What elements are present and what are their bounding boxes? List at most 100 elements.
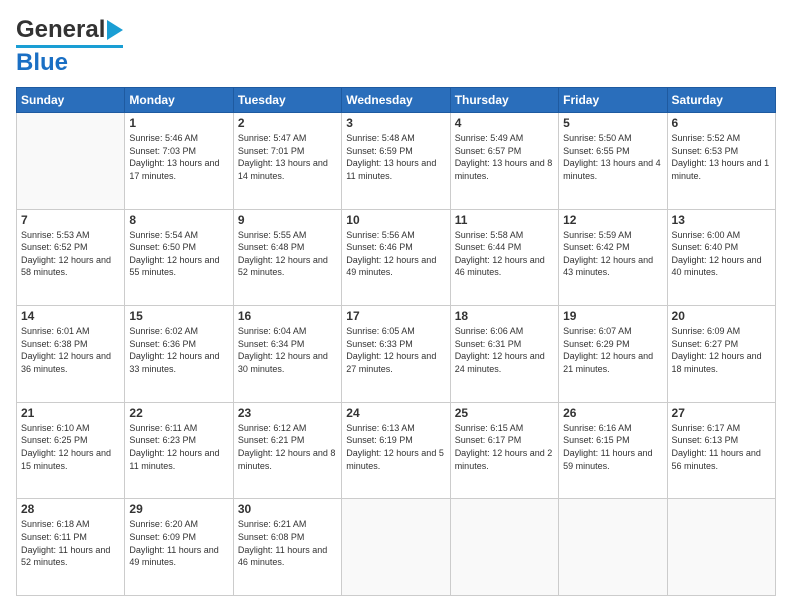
calendar-cell: 13 Sunrise: 6:00 AM Sunset: 6:40 PM Dayl… xyxy=(667,209,775,306)
day-info: Sunrise: 6:00 AM Sunset: 6:40 PM Dayligh… xyxy=(672,229,771,279)
day-info: Sunrise: 6:15 AM Sunset: 6:17 PM Dayligh… xyxy=(455,422,554,472)
day-number: 9 xyxy=(238,213,337,227)
calendar-week-4: 21 Sunrise: 6:10 AM Sunset: 6:25 PM Dayl… xyxy=(17,402,776,499)
calendar-cell: 22 Sunrise: 6:11 AM Sunset: 6:23 PM Dayl… xyxy=(125,402,233,499)
day-info: Sunrise: 5:55 AM Sunset: 6:48 PM Dayligh… xyxy=(238,229,337,279)
header: General Blue xyxy=(16,16,776,77)
day-number: 28 xyxy=(21,502,120,516)
logo-general: General xyxy=(16,16,105,44)
day-number: 20 xyxy=(672,309,771,323)
calendar-cell xyxy=(342,499,450,596)
day-number: 23 xyxy=(238,406,337,420)
calendar-cell: 5 Sunrise: 5:50 AM Sunset: 6:55 PM Dayli… xyxy=(559,113,667,210)
calendar-cell: 25 Sunrise: 6:15 AM Sunset: 6:17 PM Dayl… xyxy=(450,402,558,499)
calendar-dow-thursday: Thursday xyxy=(450,88,558,113)
day-info: Sunrise: 6:18 AM Sunset: 6:11 PM Dayligh… xyxy=(21,518,120,568)
day-info: Sunrise: 6:21 AM Sunset: 6:08 PM Dayligh… xyxy=(238,518,337,568)
day-number: 30 xyxy=(238,502,337,516)
calendar-cell: 3 Sunrise: 5:48 AM Sunset: 6:59 PM Dayli… xyxy=(342,113,450,210)
day-number: 19 xyxy=(563,309,662,323)
day-number: 21 xyxy=(21,406,120,420)
day-number: 8 xyxy=(129,213,228,227)
day-info: Sunrise: 5:59 AM Sunset: 6:42 PM Dayligh… xyxy=(563,229,662,279)
calendar-dow-wednesday: Wednesday xyxy=(342,88,450,113)
day-number: 14 xyxy=(21,309,120,323)
day-number: 25 xyxy=(455,406,554,420)
calendar-cell: 7 Sunrise: 5:53 AM Sunset: 6:52 PM Dayli… xyxy=(17,209,125,306)
calendar-cell: 19 Sunrise: 6:07 AM Sunset: 6:29 PM Dayl… xyxy=(559,306,667,403)
calendar-dow-tuesday: Tuesday xyxy=(233,88,341,113)
calendar-cell: 11 Sunrise: 5:58 AM Sunset: 6:44 PM Dayl… xyxy=(450,209,558,306)
calendar-cell: 15 Sunrise: 6:02 AM Sunset: 6:36 PM Dayl… xyxy=(125,306,233,403)
day-info: Sunrise: 5:48 AM Sunset: 6:59 PM Dayligh… xyxy=(346,132,445,182)
calendar-cell xyxy=(450,499,558,596)
calendar-cell: 24 Sunrise: 6:13 AM Sunset: 6:19 PM Dayl… xyxy=(342,402,450,499)
day-info: Sunrise: 5:47 AM Sunset: 7:01 PM Dayligh… xyxy=(238,132,337,182)
logo-arrow-icon xyxy=(107,20,123,40)
day-info: Sunrise: 6:06 AM Sunset: 6:31 PM Dayligh… xyxy=(455,325,554,375)
day-info: Sunrise: 6:11 AM Sunset: 6:23 PM Dayligh… xyxy=(129,422,228,472)
logo-blue: Blue xyxy=(16,49,68,77)
calendar-cell: 8 Sunrise: 5:54 AM Sunset: 6:50 PM Dayli… xyxy=(125,209,233,306)
day-number: 10 xyxy=(346,213,445,227)
day-number: 17 xyxy=(346,309,445,323)
calendar-cell: 12 Sunrise: 5:59 AM Sunset: 6:42 PM Dayl… xyxy=(559,209,667,306)
calendar-dow-monday: Monday xyxy=(125,88,233,113)
calendar-dow-friday: Friday xyxy=(559,88,667,113)
calendar-week-3: 14 Sunrise: 6:01 AM Sunset: 6:38 PM Dayl… xyxy=(17,306,776,403)
day-number: 13 xyxy=(672,213,771,227)
logo: General Blue xyxy=(16,16,123,77)
calendar-cell: 6 Sunrise: 5:52 AM Sunset: 6:53 PM Dayli… xyxy=(667,113,775,210)
day-info: Sunrise: 6:10 AM Sunset: 6:25 PM Dayligh… xyxy=(21,422,120,472)
calendar-cell: 30 Sunrise: 6:21 AM Sunset: 6:08 PM Dayl… xyxy=(233,499,341,596)
day-number: 3 xyxy=(346,116,445,130)
calendar-cell: 10 Sunrise: 5:56 AM Sunset: 6:46 PM Dayl… xyxy=(342,209,450,306)
day-info: Sunrise: 6:17 AM Sunset: 6:13 PM Dayligh… xyxy=(672,422,771,472)
day-number: 4 xyxy=(455,116,554,130)
calendar-cell: 1 Sunrise: 5:46 AM Sunset: 7:03 PM Dayli… xyxy=(125,113,233,210)
day-number: 24 xyxy=(346,406,445,420)
calendar-dow-sunday: Sunday xyxy=(17,88,125,113)
calendar-cell: 23 Sunrise: 6:12 AM Sunset: 6:21 PM Dayl… xyxy=(233,402,341,499)
day-info: Sunrise: 6:12 AM Sunset: 6:21 PM Dayligh… xyxy=(238,422,337,472)
day-info: Sunrise: 6:07 AM Sunset: 6:29 PM Dayligh… xyxy=(563,325,662,375)
day-info: Sunrise: 6:02 AM Sunset: 6:36 PM Dayligh… xyxy=(129,325,228,375)
day-info: Sunrise: 6:01 AM Sunset: 6:38 PM Dayligh… xyxy=(21,325,120,375)
calendar-cell: 26 Sunrise: 6:16 AM Sunset: 6:15 PM Dayl… xyxy=(559,402,667,499)
day-info: Sunrise: 5:52 AM Sunset: 6:53 PM Dayligh… xyxy=(672,132,771,182)
day-number: 16 xyxy=(238,309,337,323)
calendar-cell xyxy=(667,499,775,596)
day-number: 18 xyxy=(455,309,554,323)
calendar-cell: 16 Sunrise: 6:04 AM Sunset: 6:34 PM Dayl… xyxy=(233,306,341,403)
calendar-cell: 14 Sunrise: 6:01 AM Sunset: 6:38 PM Dayl… xyxy=(17,306,125,403)
day-info: Sunrise: 5:56 AM Sunset: 6:46 PM Dayligh… xyxy=(346,229,445,279)
day-info: Sunrise: 6:05 AM Sunset: 6:33 PM Dayligh… xyxy=(346,325,445,375)
calendar-cell xyxy=(559,499,667,596)
calendar-week-5: 28 Sunrise: 6:18 AM Sunset: 6:11 PM Dayl… xyxy=(17,499,776,596)
calendar-cell: 20 Sunrise: 6:09 AM Sunset: 6:27 PM Dayl… xyxy=(667,306,775,403)
day-info: Sunrise: 6:13 AM Sunset: 6:19 PM Dayligh… xyxy=(346,422,445,472)
day-number: 7 xyxy=(21,213,120,227)
day-number: 6 xyxy=(672,116,771,130)
calendar-dow-saturday: Saturday xyxy=(667,88,775,113)
day-info: Sunrise: 6:09 AM Sunset: 6:27 PM Dayligh… xyxy=(672,325,771,375)
day-info: Sunrise: 5:46 AM Sunset: 7:03 PM Dayligh… xyxy=(129,132,228,182)
day-info: Sunrise: 5:53 AM Sunset: 6:52 PM Dayligh… xyxy=(21,229,120,279)
calendar-week-1: 1 Sunrise: 5:46 AM Sunset: 7:03 PM Dayli… xyxy=(17,113,776,210)
day-number: 2 xyxy=(238,116,337,130)
calendar-cell: 9 Sunrise: 5:55 AM Sunset: 6:48 PM Dayli… xyxy=(233,209,341,306)
day-number: 22 xyxy=(129,406,228,420)
day-number: 12 xyxy=(563,213,662,227)
calendar-cell: 28 Sunrise: 6:18 AM Sunset: 6:11 PM Dayl… xyxy=(17,499,125,596)
day-info: Sunrise: 6:20 AM Sunset: 6:09 PM Dayligh… xyxy=(129,518,228,568)
day-info: Sunrise: 5:58 AM Sunset: 6:44 PM Dayligh… xyxy=(455,229,554,279)
day-number: 11 xyxy=(455,213,554,227)
calendar-header-row: SundayMondayTuesdayWednesdayThursdayFrid… xyxy=(17,88,776,113)
calendar-cell: 21 Sunrise: 6:10 AM Sunset: 6:25 PM Dayl… xyxy=(17,402,125,499)
day-info: Sunrise: 5:50 AM Sunset: 6:55 PM Dayligh… xyxy=(563,132,662,182)
day-number: 1 xyxy=(129,116,228,130)
day-info: Sunrise: 5:49 AM Sunset: 6:57 PM Dayligh… xyxy=(455,132,554,182)
day-number: 5 xyxy=(563,116,662,130)
day-info: Sunrise: 5:54 AM Sunset: 6:50 PM Dayligh… xyxy=(129,229,228,279)
page: General Blue SundayMondayTuesdayWednesda… xyxy=(0,0,792,612)
